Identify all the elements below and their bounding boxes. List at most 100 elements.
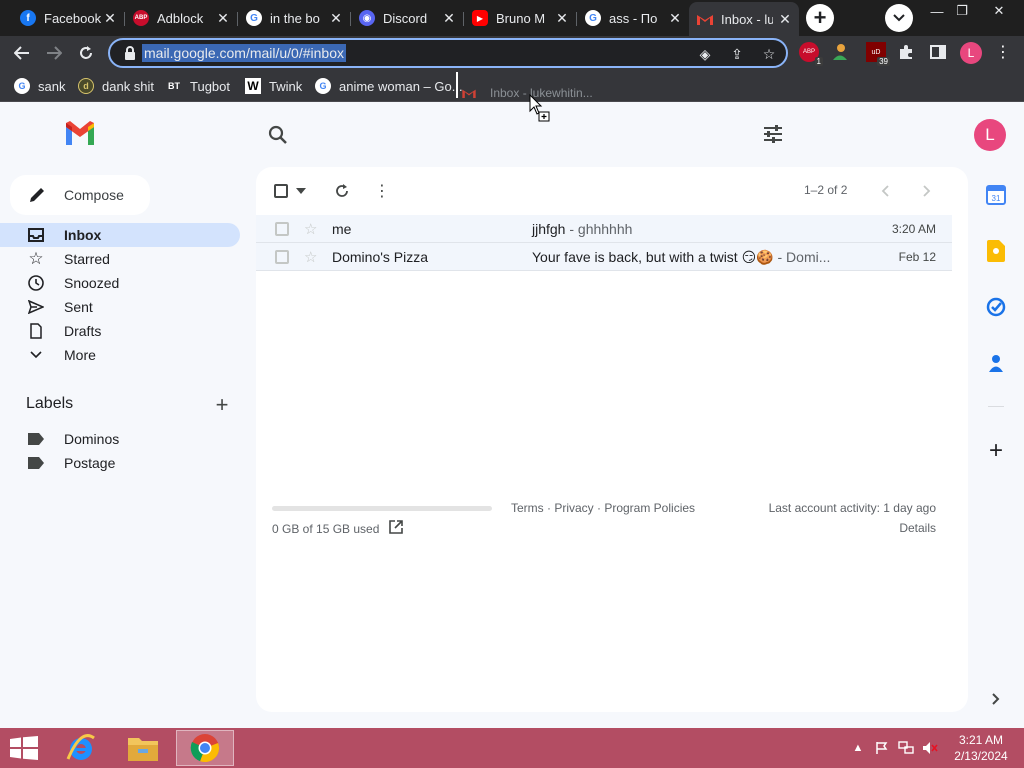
open-in-new-icon[interactable] — [388, 519, 404, 535]
network-icon[interactable] — [898, 740, 914, 756]
bookmark-tugbot[interactable]: BT Tugbot — [166, 76, 230, 96]
close-icon[interactable]: ✕ — [328, 10, 344, 26]
action-center-flag-icon[interactable] — [874, 740, 890, 756]
tray-overflow-icon[interactable]: ▲ — [850, 740, 866, 756]
select-all-checkbox[interactable] — [274, 184, 288, 198]
nav-item-starred[interactable]: ☆ Starred — [0, 247, 240, 271]
browser-toolbar: mail.google.com/mail/u/0/#inbox ◈ ⇪ ☆ AB… — [0, 36, 1024, 70]
side-panel-icon[interactable] — [928, 42, 948, 62]
tab-youtube[interactable]: ▶ Bruno M ✕ — [464, 4, 576, 32]
add-label-button[interactable]: + — [212, 392, 232, 417]
details-link[interactable]: Details — [899, 521, 936, 535]
pagination-text: 1–2 of 2 — [804, 183, 848, 197]
bookmark-dank-shit[interactable]: d dank shit — [78, 76, 154, 96]
caret-down-icon[interactable] — [296, 188, 306, 194]
calendar-icon[interactable]: 31 — [984, 183, 1008, 207]
chevron-right-icon[interactable] — [918, 183, 934, 199]
tab-discord[interactable]: ◉ Discord ✕ — [351, 4, 463, 32]
extensions-puzzle-icon[interactable] — [896, 42, 916, 62]
system-clock[interactable]: 3:21 AM 2/13/2024 — [950, 732, 1012, 764]
address-bar[interactable]: mail.google.com/mail/u/0/#inbox ◈ ⇪ ☆ — [108, 38, 788, 68]
facebook-icon: f — [20, 10, 36, 26]
bookmark-anime-woman[interactable]: G anime woman – Go... — [315, 76, 463, 96]
side-panel-divider — [988, 406, 1004, 407]
chevron-right-icon[interactable] — [984, 687, 1008, 711]
refresh-icon[interactable] — [334, 183, 350, 199]
lock-icon[interactable] — [124, 46, 136, 60]
tab-search-button[interactable] — [885, 4, 913, 32]
menu-kebab-icon[interactable]: ⋮ — [993, 42, 1013, 62]
email-subject: jjhfgh — [532, 221, 566, 237]
tasks-icon[interactable] — [984, 295, 1008, 319]
compose-button[interactable]: Compose — [10, 175, 150, 215]
tab-google-search[interactable]: G in the bo ✕ — [238, 4, 350, 32]
windows-taskbar: ▲ 3:21 AM 2/13/2024 — [0, 728, 1024, 768]
last-account-activity: Last account activity: 1 day ago — [768, 501, 936, 515]
windows-start-icon[interactable] — [10, 736, 38, 760]
contacts-icon[interactable] — [984, 351, 1008, 375]
extension-person-icon[interactable] — [830, 42, 850, 62]
nav-item-sent[interactable]: Sent — [0, 295, 240, 319]
side-apps-panel: 31 + — [976, 167, 1016, 712]
w-icon: W — [245, 78, 261, 94]
gmail-logo-icon[interactable] — [64, 121, 96, 145]
tab-adblock[interactable]: ABP Adblock ✕ — [125, 4, 237, 32]
bookmark-star-icon[interactable]: ☆ — [760, 45, 778, 63]
label-tag-icon — [28, 457, 44, 469]
search-icon[interactable] — [268, 125, 288, 145]
nav-item-more[interactable]: More — [0, 343, 240, 367]
tab-gmail-inbox[interactable]: Inbox - lu ✕ — [689, 2, 799, 36]
star-icon[interactable]: ☆ — [304, 220, 317, 238]
search-options-icon[interactable] — [763, 125, 783, 143]
reload-button[interactable] — [72, 39, 100, 67]
close-window-button[interactable]: ✕ — [984, 0, 1014, 22]
email-row[interactable]: ☆ Domino's Pizza Your fave is back, but … — [256, 243, 952, 271]
close-icon[interactable]: ✕ — [554, 10, 570, 26]
abp-extension-icon[interactable]: ABP 1 — [799, 42, 823, 66]
mail-list-toolbar: ⋮ 1–2 of 2 — [256, 179, 968, 203]
email-row[interactable]: ☆ me jjhfgh - ghhhhhh 3:20 AM — [256, 215, 952, 243]
star-icon[interactable]: ☆ — [304, 248, 317, 266]
email-subject-line: Your fave is back, but with a twist 😏🍪 -… — [532, 249, 830, 266]
nav-item-inbox[interactable]: Inbox — [0, 223, 240, 247]
nav-item-snoozed[interactable]: Snoozed — [0, 271, 240, 295]
back-button[interactable] — [8, 39, 36, 67]
new-tab-button[interactable]: + — [806, 4, 834, 32]
close-icon[interactable]: ✕ — [102, 10, 118, 26]
close-icon[interactable]: ✕ — [441, 10, 457, 26]
chrome-profile-avatar[interactable]: L — [960, 42, 982, 64]
email-subject: Your fave is back, but with a twist 😏🍪 — [532, 249, 774, 265]
chrome-icon[interactable] — [176, 730, 234, 766]
gmail-account-avatar[interactable]: L — [974, 119, 1006, 151]
label-dominos[interactable]: Dominos — [28, 428, 119, 450]
ublock-extension-icon[interactable]: uD 39 — [866, 42, 890, 66]
footer-links[interactable]: Terms · Privacy · Program Policies — [511, 501, 695, 515]
close-icon[interactable]: ✕ — [215, 10, 231, 26]
close-icon[interactable]: ✕ — [777, 11, 793, 27]
chevron-left-icon[interactable] — [878, 183, 894, 199]
lens-icon[interactable]: ◈ — [696, 45, 714, 63]
nav-item-drafts[interactable]: Drafts — [0, 319, 240, 343]
row-checkbox[interactable] — [275, 222, 289, 236]
nav-label: Sent — [64, 299, 93, 315]
tab-google-search-2[interactable]: G ass - По ✕ — [577, 4, 689, 32]
share-icon[interactable]: ⇪ — [728, 45, 746, 63]
close-icon[interactable]: ✕ — [667, 10, 683, 26]
youtube-icon: ▶ — [472, 10, 488, 26]
add-app-icon[interactable]: + — [984, 437, 1008, 464]
keep-icon[interactable] — [984, 239, 1008, 263]
bookmark-twink[interactable]: W Twink — [245, 76, 302, 96]
forward-button[interactable] — [40, 39, 68, 67]
restore-button[interactable]: ❐ — [947, 0, 977, 22]
ie-icon[interactable] — [54, 730, 108, 766]
volume-muted-icon[interactable] — [922, 740, 938, 756]
bookmark-sank[interactable]: G sank — [14, 76, 65, 96]
arrow-left-icon — [14, 46, 29, 60]
tab-facebook[interactable]: f Facebook ✕ — [12, 4, 124, 32]
url-text[interactable]: mail.google.com/mail/u/0/#inbox — [142, 44, 346, 62]
file-explorer-icon[interactable] — [116, 730, 170, 766]
label-postage[interactable]: Postage — [28, 452, 115, 474]
more-options-icon[interactable]: ⋮ — [374, 183, 390, 200]
row-checkbox[interactable] — [275, 250, 289, 264]
tab-title: Inbox - lu — [721, 11, 773, 27]
